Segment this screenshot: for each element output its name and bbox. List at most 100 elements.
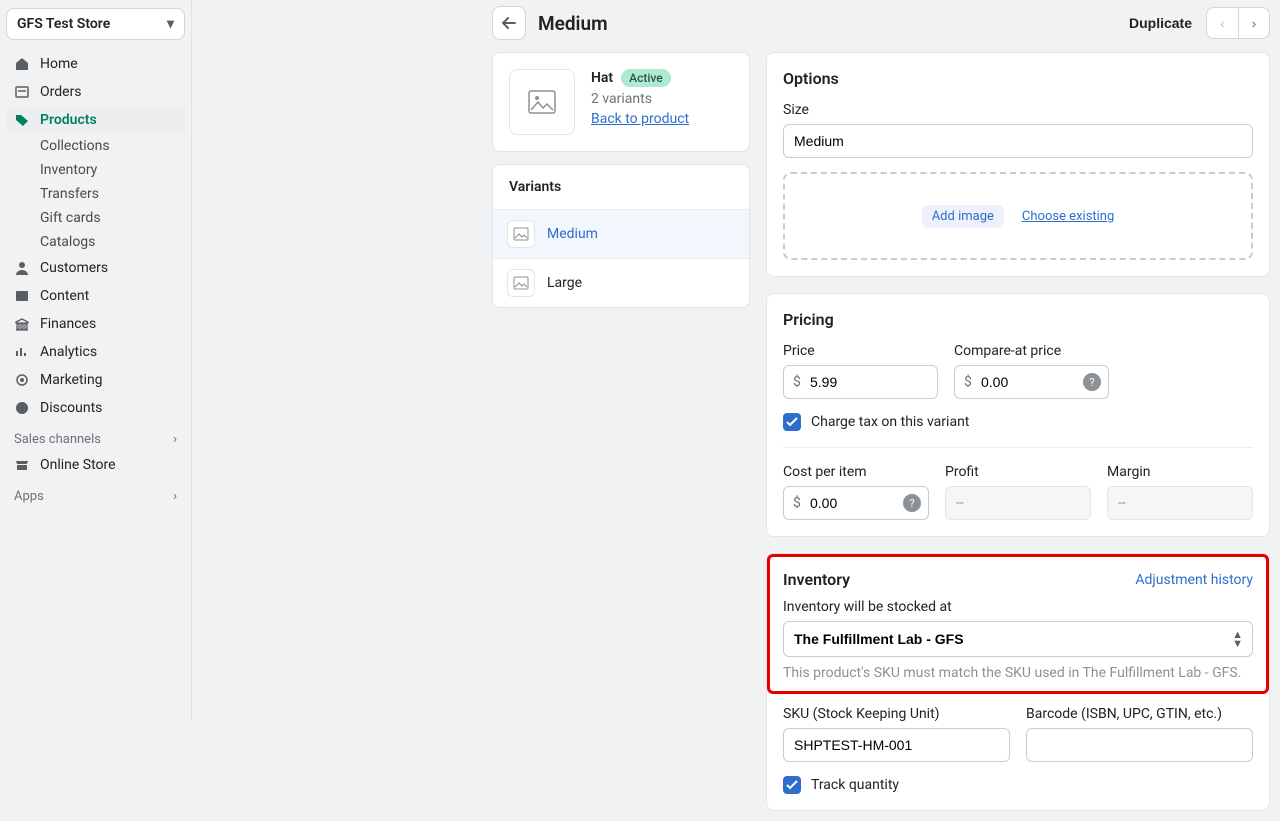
product-summary-card: Hat Active 2 variants Back to product <box>492 52 750 152</box>
section-label: Apps <box>14 489 44 504</box>
options-card: Options Size Add image Choose existing <box>766 52 1270 277</box>
nav-label: Orders <box>40 84 82 100</box>
target-icon <box>14 372 30 388</box>
variants-heading: Variants <box>493 165 749 209</box>
sku-helper-text: This product's SKU must match the SKU us… <box>783 665 1253 681</box>
track-quantity-checkbox[interactable] <box>783 776 801 794</box>
price-input[interactable] <box>783 365 938 399</box>
nav-label: Home <box>40 56 78 72</box>
help-icon[interactable]: ? <box>903 494 921 512</box>
section-label: Sales channels <box>14 432 101 447</box>
next-button[interactable]: › <box>1238 7 1270 39</box>
cost-label: Cost per item <box>783 464 929 480</box>
duplicate-button[interactable]: Duplicate <box>1125 9 1196 37</box>
back-to-product-link[interactable]: Back to product <box>591 111 689 127</box>
nav-sub-giftcards[interactable]: Gift cards <box>6 206 185 230</box>
sku-input[interactable] <box>783 728 1010 762</box>
pricing-heading: Pricing <box>783 310 1253 329</box>
nav-label: Finances <box>40 316 96 332</box>
image-icon <box>507 220 535 248</box>
nav-label: Analytics <box>40 344 97 360</box>
sidebar: GFS Test Store ▾ Home Orders Products Co… <box>0 0 192 720</box>
person-icon <box>14 260 30 276</box>
image-icon <box>507 269 535 297</box>
profit-label: Profit <box>945 464 1091 480</box>
add-image-button[interactable]: Add image <box>922 205 1004 228</box>
charge-tax-label: Charge tax on this variant <box>811 414 969 430</box>
nav-content[interactable]: Content <box>6 282 185 310</box>
help-icon[interactable]: ? <box>1083 373 1101 391</box>
nav-online-store[interactable]: Online Store <box>6 451 185 479</box>
options-heading: Options <box>783 69 1253 88</box>
chevron-right-icon: › <box>173 489 177 504</box>
variants-card: Variants Medium Large <box>492 164 750 308</box>
variant-row-large[interactable]: Large <box>493 258 749 307</box>
size-input[interactable] <box>783 124 1253 158</box>
chevron-down-icon: ▾ <box>167 16 174 32</box>
store-icon <box>14 457 30 473</box>
nav-discounts[interactable]: Discounts <box>6 394 185 422</box>
adjustment-history-link[interactable]: Adjustment history <box>1135 572 1253 588</box>
chevron-right-icon: › <box>173 432 177 447</box>
nav-orders[interactable]: Orders <box>6 78 185 106</box>
status-badge: Active <box>621 69 671 87</box>
variant-count: 2 variants <box>591 91 689 107</box>
nav-sub-collections[interactable]: Collections <box>6 134 185 158</box>
nav-sub-transfers[interactable]: Transfers <box>6 182 185 206</box>
chevron-right-icon: › <box>1252 16 1256 31</box>
pricing-card: Pricing Price $ Compare-at price $ <box>766 293 1270 537</box>
variant-row-medium[interactable]: Medium <box>493 209 749 258</box>
prev-button[interactable]: ‹ <box>1206 7 1238 39</box>
chart-icon <box>14 344 30 360</box>
nav-label: Products <box>40 112 97 128</box>
size-label: Size <box>783 102 1253 118</box>
store-name: GFS Test Store <box>17 16 110 32</box>
product-thumbnail[interactable] <box>509 69 575 135</box>
barcode-input[interactable] <box>1026 728 1253 762</box>
store-selector[interactable]: GFS Test Store ▾ <box>6 8 185 40</box>
nav-customers[interactable]: Customers <box>6 254 185 282</box>
nav-analytics[interactable]: Analytics <box>6 338 185 366</box>
nav-label: Marketing <box>40 372 103 388</box>
price-label: Price <box>783 343 938 359</box>
choose-existing-link[interactable]: Choose existing <box>1022 209 1114 224</box>
nav-marketing[interactable]: Marketing <box>6 366 185 394</box>
stocked-at-label: Inventory will be stocked at <box>783 599 1253 615</box>
profit-value: -- <box>945 486 1091 520</box>
check-icon <box>786 417 798 427</box>
topbar: Medium Duplicate ‹ › <box>192 0 1280 52</box>
pager: ‹ › <box>1206 7 1270 39</box>
chevron-left-icon: ‹ <box>1220 16 1224 31</box>
nav-label: Content <box>40 288 89 304</box>
nav-label: Customers <box>40 260 108 276</box>
inventory-highlight: Inventory Adjustment history Inventory w… <box>767 554 1269 694</box>
currency-symbol: $ <box>793 495 801 511</box>
currency-symbol: $ <box>793 374 801 390</box>
nav-sub-catalogs[interactable]: Catalogs <box>6 230 185 254</box>
charge-tax-checkbox[interactable] <box>783 413 801 431</box>
arrow-left-icon <box>500 16 518 30</box>
page-title: Medium <box>538 12 608 35</box>
back-button[interactable] <box>492 6 526 40</box>
stocked-at-select[interactable]: The Fulfillment Lab - GFS <box>783 621 1253 657</box>
inventory-card: Inventory Adjustment history Inventory w… <box>766 553 1270 811</box>
track-quantity-label: Track quantity <box>811 777 899 793</box>
nav-finances[interactable]: Finances <box>6 310 185 338</box>
apps-header[interactable]: Apps › <box>6 479 185 508</box>
variant-label: Large <box>547 275 582 291</box>
nav-sub-inventory[interactable]: Inventory <box>6 158 185 182</box>
check-icon <box>786 780 798 790</box>
margin-value: -- <box>1107 486 1253 520</box>
nav-products[interactable]: Products <box>6 106 185 134</box>
sales-channels-header[interactable]: Sales channels › <box>6 422 185 451</box>
nav-label: Online Store <box>40 457 116 473</box>
compare-price-label: Compare-at price <box>954 343 1109 359</box>
percent-icon <box>14 400 30 416</box>
orders-icon <box>14 84 30 100</box>
nav-label: Discounts <box>40 400 102 416</box>
bank-icon <box>14 316 30 332</box>
image-dropzone[interactable]: Add image Choose existing <box>783 172 1253 260</box>
main: Medium Duplicate ‹ › Hat Active <box>192 0 1280 720</box>
nav-home[interactable]: Home <box>6 50 185 78</box>
currency-symbol: $ <box>964 374 972 390</box>
